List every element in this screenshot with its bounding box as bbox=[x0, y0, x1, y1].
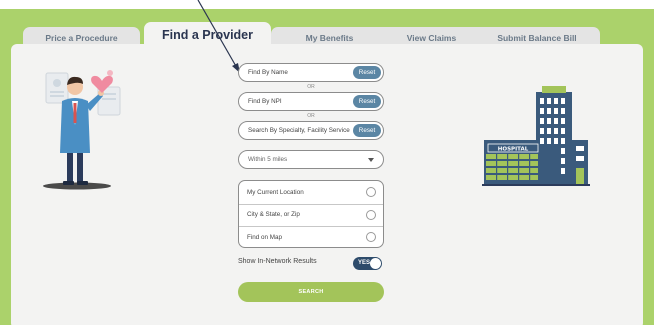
distance-select[interactable]: Within 5 miles bbox=[238, 150, 384, 169]
location-options: My Current Location City & State, or Zip… bbox=[238, 180, 384, 248]
radio-button[interactable] bbox=[366, 187, 376, 197]
radio-button[interactable] bbox=[366, 232, 376, 243]
or-separator: OR bbox=[307, 113, 315, 119]
distance-selected-value: Within 5 miles bbox=[248, 156, 288, 163]
find-by-npi-input[interactable]: Find By NPI Reset bbox=[238, 92, 384, 111]
location-option-city-state-zip[interactable]: City & State, or Zip bbox=[239, 204, 383, 227]
hospital-illustration-icon: HOSPITAL bbox=[482, 86, 590, 186]
specialty-search-placeholder: Search By Specialty, Facility Service bbox=[248, 127, 350, 134]
hospital-sign-text: HOSPITAL bbox=[498, 147, 529, 153]
find-by-npi-placeholder: Find By NPI bbox=[248, 98, 282, 105]
toggle-text: YES bbox=[358, 260, 371, 266]
location-option-current[interactable]: My Current Location bbox=[239, 181, 383, 204]
or-separator: OR bbox=[307, 84, 315, 90]
in-network-label: Show In-Network Results bbox=[238, 258, 317, 265]
toggle-knob bbox=[370, 258, 381, 269]
reset-npi-button[interactable]: Reset bbox=[353, 95, 381, 108]
chevron-down-icon bbox=[368, 158, 374, 162]
reset-name-button[interactable]: Reset bbox=[353, 66, 381, 79]
specialty-search-input[interactable]: Search By Specialty, Facility Service Re… bbox=[238, 121, 384, 140]
reset-specialty-button[interactable]: Reset bbox=[353, 124, 381, 137]
find-by-name-placeholder: Find By Name bbox=[248, 69, 288, 76]
doctor-illustration-icon bbox=[43, 70, 121, 190]
location-option-map[interactable]: Find on Map bbox=[239, 226, 383, 249]
in-network-toggle[interactable]: YES bbox=[353, 257, 382, 270]
location-option-label: Find on Map bbox=[247, 233, 283, 241]
find-by-name-input[interactable]: Find By Name Reset bbox=[238, 63, 384, 82]
location-option-label: My Current Location bbox=[247, 188, 304, 196]
location-option-label: City & State, or Zip bbox=[247, 211, 300, 219]
radio-button[interactable] bbox=[366, 209, 376, 220]
search-button[interactable]: SEARCH bbox=[238, 282, 384, 302]
